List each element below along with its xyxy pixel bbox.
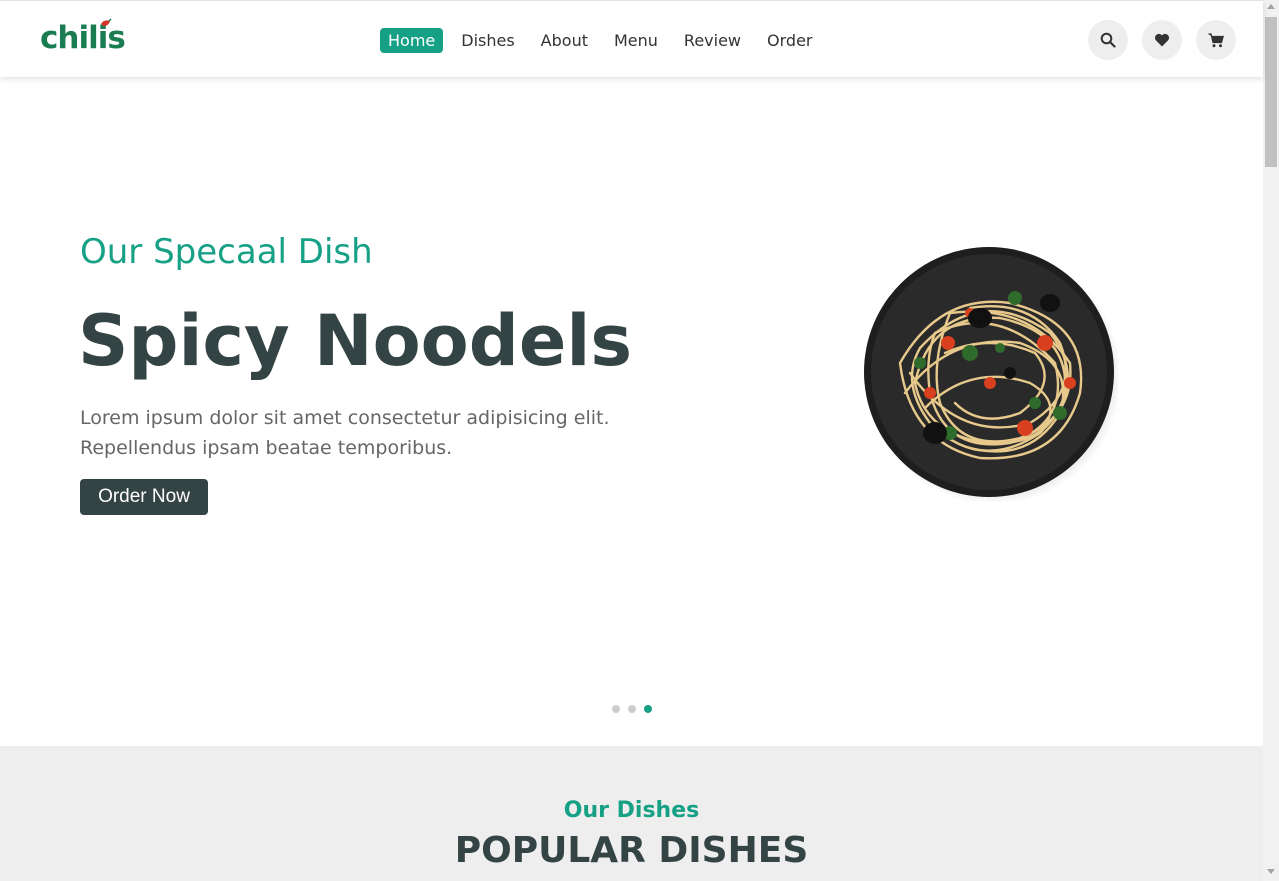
scroll-up-arrow-icon[interactable] xyxy=(1267,4,1275,9)
hero-subtitle: Our Specaal Dish xyxy=(80,232,373,272)
section-subtitle: Our Dishes xyxy=(563,798,700,823)
pepper-icon xyxy=(101,18,112,26)
nav-dishes[interactable]: Dishes xyxy=(453,28,522,53)
slider-dot-3[interactable] xyxy=(644,705,652,713)
section-title: POPULAR DISHES xyxy=(454,830,809,871)
order-now-button[interactable]: Order Now xyxy=(80,479,208,515)
nav-menu[interactable]: Menu xyxy=(606,28,666,53)
slider-dot-2[interactable] xyxy=(628,705,636,713)
nav-review[interactable]: Review xyxy=(676,28,749,53)
main-nav: Home Dishes About Menu Review Order xyxy=(380,25,830,55)
popular-dishes-section: Our Dishes POPULAR DISHES xyxy=(0,746,1263,881)
heart-icon xyxy=(1154,33,1170,47)
site-header: chilis Home Dishes About Menu Review Ord… xyxy=(0,0,1263,77)
cart-button[interactable] xyxy=(1196,20,1236,60)
search-button[interactable] xyxy=(1088,20,1128,60)
logo-text: chilis xyxy=(40,20,126,56)
scroll-down-arrow-icon[interactable] xyxy=(1267,869,1275,874)
cart-icon xyxy=(1208,32,1224,47)
hero-slider: Our Specaal Dish Spicy Noodels Lorem ips… xyxy=(0,77,1263,746)
hero-description: Lorem ipsum dolor sit amet consectetur a… xyxy=(80,407,610,459)
header-icons xyxy=(1088,20,1250,60)
search-icon xyxy=(1100,32,1116,48)
slider-dot-1[interactable] xyxy=(612,705,620,713)
wishlist-button[interactable] xyxy=(1142,20,1182,60)
slider-pagination xyxy=(612,705,660,713)
nav-home[interactable]: Home xyxy=(380,27,444,53)
hero-title: Spicy Noodels xyxy=(78,300,633,382)
nav-about[interactable]: About xyxy=(533,28,596,53)
scrollbar-thumb[interactable] xyxy=(1265,17,1277,167)
page-scrollbar[interactable] xyxy=(1263,0,1279,881)
chilis-logo[interactable]: chilis xyxy=(40,16,126,60)
nav-order[interactable]: Order xyxy=(759,28,820,53)
noodle-dish-image xyxy=(864,247,1118,501)
